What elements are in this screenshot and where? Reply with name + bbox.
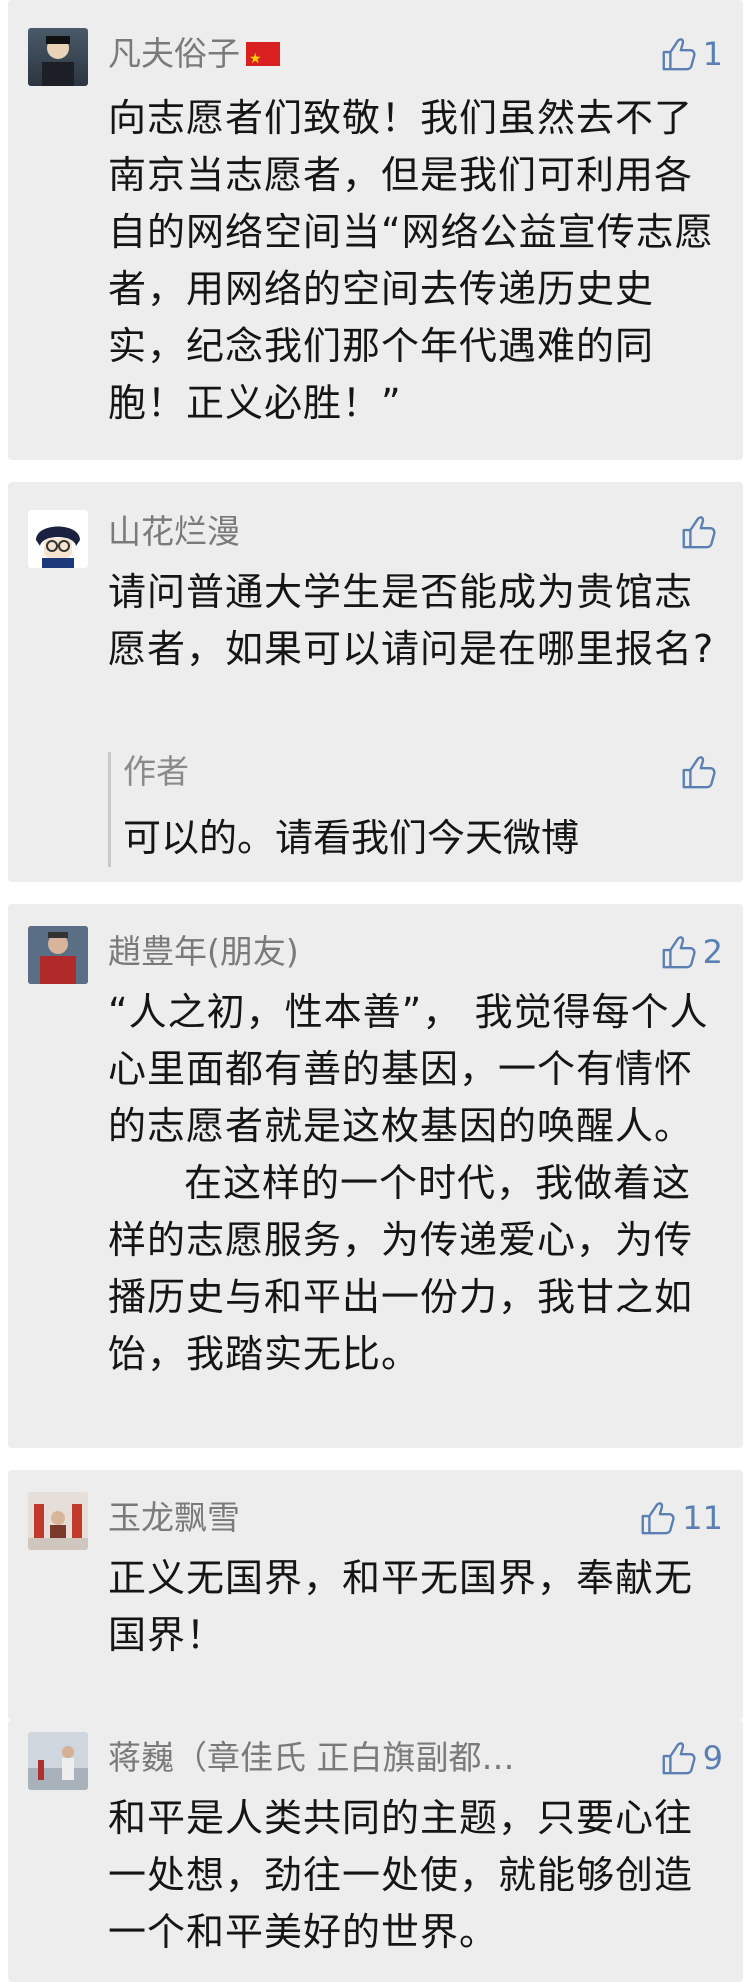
comment-paragraph: 请问普通大学生是否能成为贵馆志愿者，如果可以请问是在哪里报名? (108, 570, 715, 671)
reply-text: 可以的。请看我们今天微博 (123, 816, 580, 860)
comment-paragraph: 和平是人类共同的主题，只要心往一处想，劲往一处使，就能够创造一个和平美好的世界。 (108, 1796, 694, 1954)
thumbs-up-icon (641, 1502, 675, 1535)
comment-text: “人之初，性本善”， 我觉得每个人心里面都有善的基因，一个有情怀的志愿者就是这枚… (108, 984, 715, 1383)
comment-text: 向志愿者们致敬！我们虽然去不了南京当志愿者，但是我们可利用各自的网络空间当“网络… (108, 90, 715, 432)
comment-text: 请问普通大学生是否能成为贵馆志愿者，如果可以请问是在哪里报名? (108, 564, 715, 678)
commenter-name[interactable]: 玉龙飘雪 (108, 1498, 240, 1538)
avatar[interactable] (28, 1492, 88, 1550)
like-button[interactable]: 2 (659, 932, 723, 972)
thumbs-up-icon (662, 38, 696, 71)
like-count: 1 (702, 35, 723, 73)
reply-like-button[interactable] (679, 752, 723, 792)
commenter-name[interactable]: 山花烂漫 (108, 512, 240, 552)
thumbs-up-icon (662, 936, 696, 969)
thumbs-up-icon (682, 756, 716, 789)
comment-card: 凡夫俗子 1 向志愿者们致敬！我们虽然去不了南京当志愿者，但是我们可利用各自的网… (8, 0, 743, 460)
avatar[interactable] (28, 926, 88, 984)
comment-paragraph: 正义无国界，和平无国界，奉献无国界！ (108, 1556, 694, 1657)
comment-card: 蒋巍（章佳氏 正白旗副都… 9 和平是人类共同的主题，只要心往一处想，劲往一处使… (8, 1720, 743, 1982)
thumbs-up-icon (662, 1742, 696, 1775)
like-button[interactable]: 11 (638, 1498, 723, 1538)
thumbs-up-icon (682, 516, 716, 549)
like-button[interactable]: 1 (659, 34, 723, 74)
like-count: 2 (702, 933, 723, 971)
avatar[interactable] (28, 510, 88, 568)
comment-paragraph: 向志愿者们致敬！我们虽然去不了南京当志愿者，但是我们可利用各自的网络空间当“网络… (108, 96, 714, 425)
commenter-name[interactable]: 凡夫俗子 (108, 34, 280, 79)
comment-paragraph: 在这样的一个时代，我做着这样的志愿服务，为传递爱心，为传播历史与和平出一份力，我… (108, 1161, 694, 1376)
commenter-name[interactable]: 趙豊年(朋友) (108, 932, 299, 972)
comment-card: 玉龙飘雪 11 正义无国界，和平无国界，奉献无国界！ (8, 1470, 743, 1720)
comment-card: 山花烂漫 请问普通大学生是否能成为贵馆志愿者，如果可以请问是在哪里报名? 作者 … (8, 482, 743, 882)
reply-author-name: 作者 (123, 752, 189, 791)
comment-card: 趙豊年(朋友) 2 “人之初，性本善”， 我觉得每个人心里面都有善的基因，一个有… (8, 904, 743, 1448)
commenter-name[interactable]: 蒋巍（章佳氏 正白旗副都… (108, 1738, 515, 1778)
china-flag-icon (246, 39, 280, 79)
like-button[interactable]: 9 (659, 1738, 723, 1778)
comment-text: 正义无国界，和平无国界，奉献无国界！ (108, 1550, 715, 1664)
like-count: 11 (682, 1499, 723, 1537)
like-button[interactable] (679, 512, 723, 552)
author-reply: 作者 可以的。请看我们今天微博 (108, 752, 715, 867)
like-count: 9 (702, 1739, 723, 1777)
avatar[interactable] (28, 1732, 88, 1790)
comment-text: 和平是人类共同的主题，只要心往一处想，劲往一处使，就能够创造一个和平美好的世界。 (108, 1790, 715, 1961)
comment-paragraph: “人之初，性本善”， 我觉得每个人心里面都有善的基因，一个有情怀的志愿者就是这枚… (108, 990, 709, 1148)
avatar[interactable] (28, 28, 88, 86)
commenter-name-text: 凡夫俗子 (108, 34, 240, 73)
